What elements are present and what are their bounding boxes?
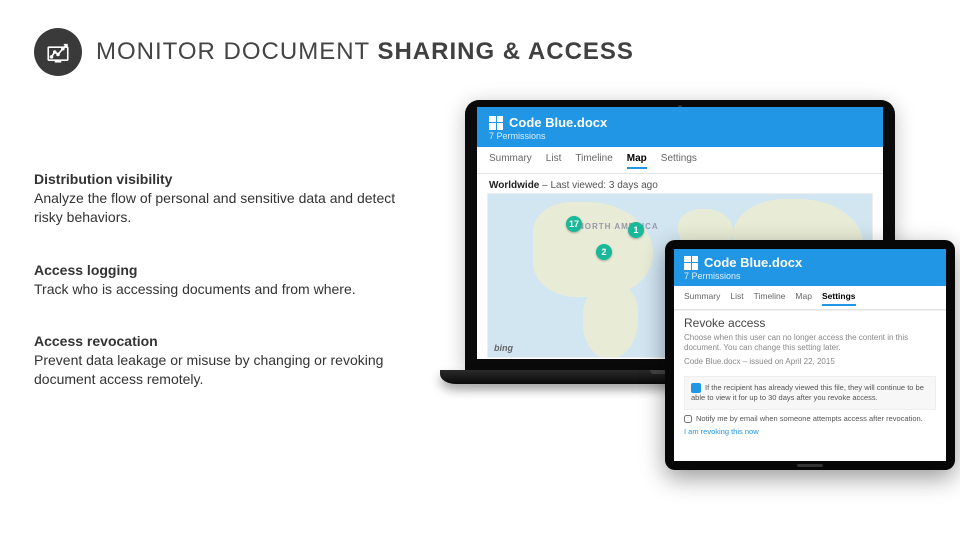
tab-settings[interactable]: Settings bbox=[822, 291, 856, 306]
bullet-title: Access logging bbox=[34, 261, 404, 280]
map-pin[interactable]: 2 bbox=[596, 244, 612, 260]
tab-map[interactable]: Map bbox=[627, 153, 647, 169]
title-light: MONITOR DOCUMENT bbox=[96, 38, 377, 65]
permissions-count: 7 Permissions bbox=[489, 131, 871, 141]
tab-list[interactable]: List bbox=[730, 291, 743, 306]
app-tabs: Summary List Timeline Map Settings bbox=[477, 147, 883, 174]
revoke-heading: Revoke access bbox=[674, 310, 946, 333]
tablet-mockup: Code Blue.docx 7 Permissions Summary Lis… bbox=[665, 240, 955, 470]
revoke-info-notice: If the recipient has already viewed this… bbox=[684, 376, 936, 410]
revoke-owner-line: Code Blue.docx – issued on April 22, 201… bbox=[674, 357, 946, 372]
tablet-home-button bbox=[797, 464, 823, 467]
tab-list[interactable]: List bbox=[546, 153, 562, 169]
tab-settings[interactable]: Settings bbox=[661, 153, 697, 169]
revoke-now-link[interactable]: I am revoking this now bbox=[684, 427, 936, 436]
feature-list: Distribution visibility Analyze the flow… bbox=[34, 170, 404, 423]
map-caption: Worldwide – Last viewed: 3 days ago bbox=[477, 174, 883, 193]
map-pin[interactable]: 17 bbox=[566, 216, 582, 232]
map-pin[interactable]: 1 bbox=[628, 222, 644, 238]
notify-label: Notify me by email when someone attempts… bbox=[696, 414, 923, 423]
map-scope: Worldwide bbox=[489, 180, 539, 191]
title-bold: SHARING & ACCESS bbox=[377, 38, 633, 65]
map-meta: – Last viewed: 3 days ago bbox=[539, 180, 657, 191]
bing-attribution: bing bbox=[494, 343, 513, 353]
tab-timeline[interactable]: Timeline bbox=[754, 291, 786, 306]
tab-summary[interactable]: Summary bbox=[489, 153, 532, 169]
bullet-body: Analyze the flow of personal and sensiti… bbox=[34, 190, 395, 225]
bullet-title: Access revocation bbox=[34, 332, 404, 351]
info-icon bbox=[691, 383, 701, 393]
revoke-description: Choose when this user can no longer acce… bbox=[674, 333, 946, 357]
permissions-count: 7 Permissions bbox=[684, 271, 936, 281]
bullet-title: Distribution visibility bbox=[34, 170, 404, 189]
bullet-body: Track who is accessing documents and fro… bbox=[34, 281, 356, 297]
app-header: Code Blue.docx 7 Permissions bbox=[477, 107, 883, 147]
app-header: Code Blue.docx 7 Permissions bbox=[674, 249, 946, 286]
notice-text: If the recipient has already viewed this… bbox=[691, 383, 924, 402]
bullet-body: Prevent data leakage or misuse by changi… bbox=[34, 352, 383, 387]
windows-logo-icon bbox=[684, 256, 698, 270]
tab-timeline[interactable]: Timeline bbox=[575, 153, 612, 169]
map-label-na: NORTH AMERICA bbox=[578, 222, 659, 231]
bullet-revocation: Access revocation Prevent data leakage o… bbox=[34, 332, 404, 389]
notify-checkbox[interactable] bbox=[684, 415, 692, 423]
app-tabs: Summary List Timeline Map Settings bbox=[674, 286, 946, 310]
windows-logo-icon bbox=[489, 116, 503, 130]
page-title: MONITOR DOCUMENT SHARING & ACCESS bbox=[96, 38, 634, 66]
bullet-logging: Access logging Track who is accessing do… bbox=[34, 261, 404, 299]
bullet-distribution: Distribution visibility Analyze the flow… bbox=[34, 170, 404, 227]
doc-filename: Code Blue.docx bbox=[509, 115, 607, 130]
chart-monitor-icon bbox=[34, 28, 82, 76]
tab-summary[interactable]: Summary bbox=[684, 291, 720, 306]
tab-map[interactable]: Map bbox=[795, 291, 812, 306]
doc-filename: Code Blue.docx bbox=[704, 255, 802, 270]
notify-checkbox-row[interactable]: Notify me by email when someone attempts… bbox=[684, 414, 936, 423]
